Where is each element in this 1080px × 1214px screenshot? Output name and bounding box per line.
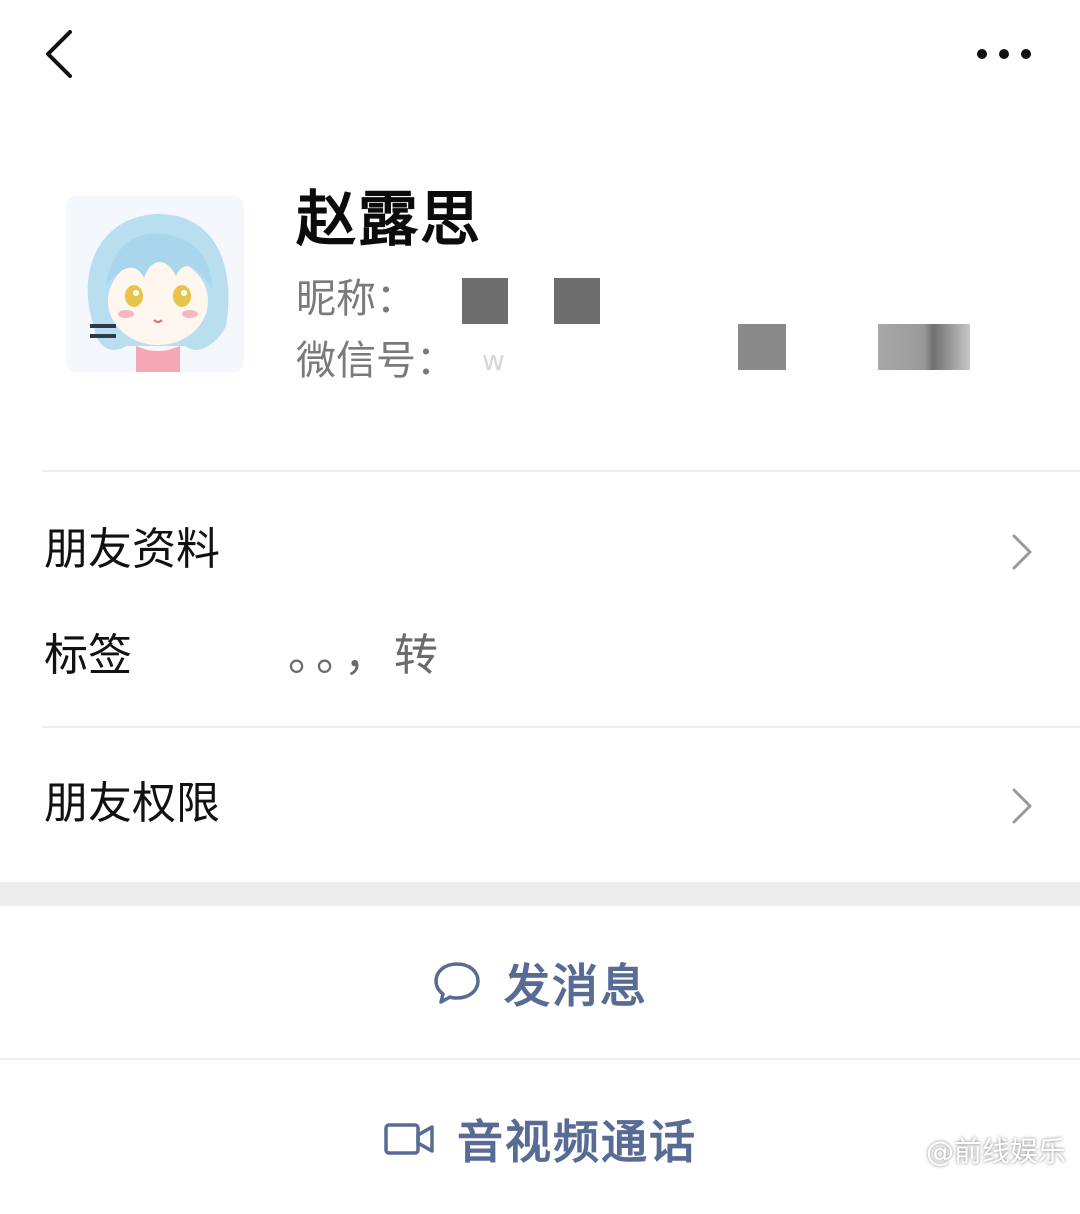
video-call-label: 音视频通话 [457,1115,697,1169]
wechat-id-redacted-block [738,324,786,370]
friend-permissions-label: 朋友权限 [44,778,220,829]
chevron-right-icon [1012,534,1032,570]
wechat-id-partial: w [482,344,505,377]
back-button[interactable] [30,22,90,86]
send-message-button[interactable]: 发消息 [0,908,1080,1058]
wechat-id-label: 微信号： [296,338,456,384]
tag-label: 标签 [44,630,132,681]
tag-value[interactable]: 。。，转 [288,626,444,686]
more-dots-icon [977,49,1031,59]
section-gap [0,882,1080,906]
send-message-label: 发消息 [504,959,648,1013]
nickname-redacted-block [462,278,508,324]
divider [42,470,1080,472]
anime-girl-avatar-icon [66,196,244,372]
nickname-label: 昵称： [296,276,416,322]
friend-permissions-row[interactable]: 朋友权限 [0,750,1080,860]
avatar[interactable] [66,196,244,372]
nickname-redacted-block [554,278,600,324]
wechat-id-redacted-block [878,324,970,370]
more-button[interactable] [968,30,1040,78]
divider [42,726,1080,728]
divider [0,1058,1080,1060]
watermark-text: @前线娱乐 [925,1135,1066,1168]
chat-bubble-icon [434,962,480,1004]
chevron-left-icon [46,30,72,78]
weibo-logo-icon [886,1138,919,1164]
profile-name: 赵露思 [296,185,482,255]
friend-profile-row[interactable]: 朋友资料 [0,496,1080,606]
watermark: @前线娱乐 [886,1130,1066,1170]
friend-profile-label: 朋友资料 [44,524,220,575]
video-camera-icon [384,1123,434,1155]
chevron-right-icon [1012,788,1032,824]
